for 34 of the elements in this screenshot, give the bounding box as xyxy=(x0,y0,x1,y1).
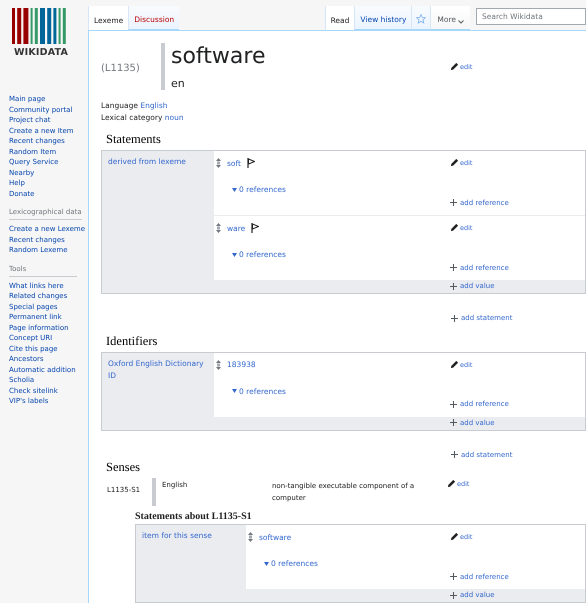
pencil-icon xyxy=(450,223,459,232)
sense-statements-heading: Statements about L1135-S1 xyxy=(135,511,253,522)
lexeme-id: (L1135) xyxy=(101,63,141,74)
lemma-title: software xyxy=(171,43,266,71)
lemma-language-code: en xyxy=(171,77,186,90)
logo-text: WIKIDATA xyxy=(14,47,68,58)
pencil-icon xyxy=(447,479,456,488)
caret-icon xyxy=(264,562,269,566)
caret-icon xyxy=(232,188,237,192)
pencil-icon xyxy=(450,360,459,368)
flag-icon xyxy=(246,158,255,168)
plus-icon xyxy=(450,199,457,206)
plus-icon xyxy=(451,314,458,322)
caret-icon xyxy=(458,20,464,24)
caret-icon xyxy=(232,389,237,393)
pencil-icon xyxy=(450,62,459,71)
caret-icon xyxy=(232,252,237,256)
plus-icon xyxy=(451,451,458,458)
rank-icon xyxy=(248,532,253,542)
section-heading: Statements xyxy=(106,132,162,147)
pencil-icon xyxy=(450,532,459,541)
plus-icon xyxy=(450,573,457,580)
section-heading: Identifiers xyxy=(106,334,158,348)
plus-icon xyxy=(450,282,457,290)
flag-icon xyxy=(251,223,260,233)
plus-icon xyxy=(450,419,457,426)
rank-icon xyxy=(216,360,221,370)
rank-icon xyxy=(216,223,221,233)
rank-icon xyxy=(216,158,221,168)
plus-icon xyxy=(450,592,457,599)
pencil-icon xyxy=(450,158,459,167)
plus-icon xyxy=(450,264,457,271)
plus-icon xyxy=(450,400,457,408)
section-heading: Senses xyxy=(106,460,142,475)
